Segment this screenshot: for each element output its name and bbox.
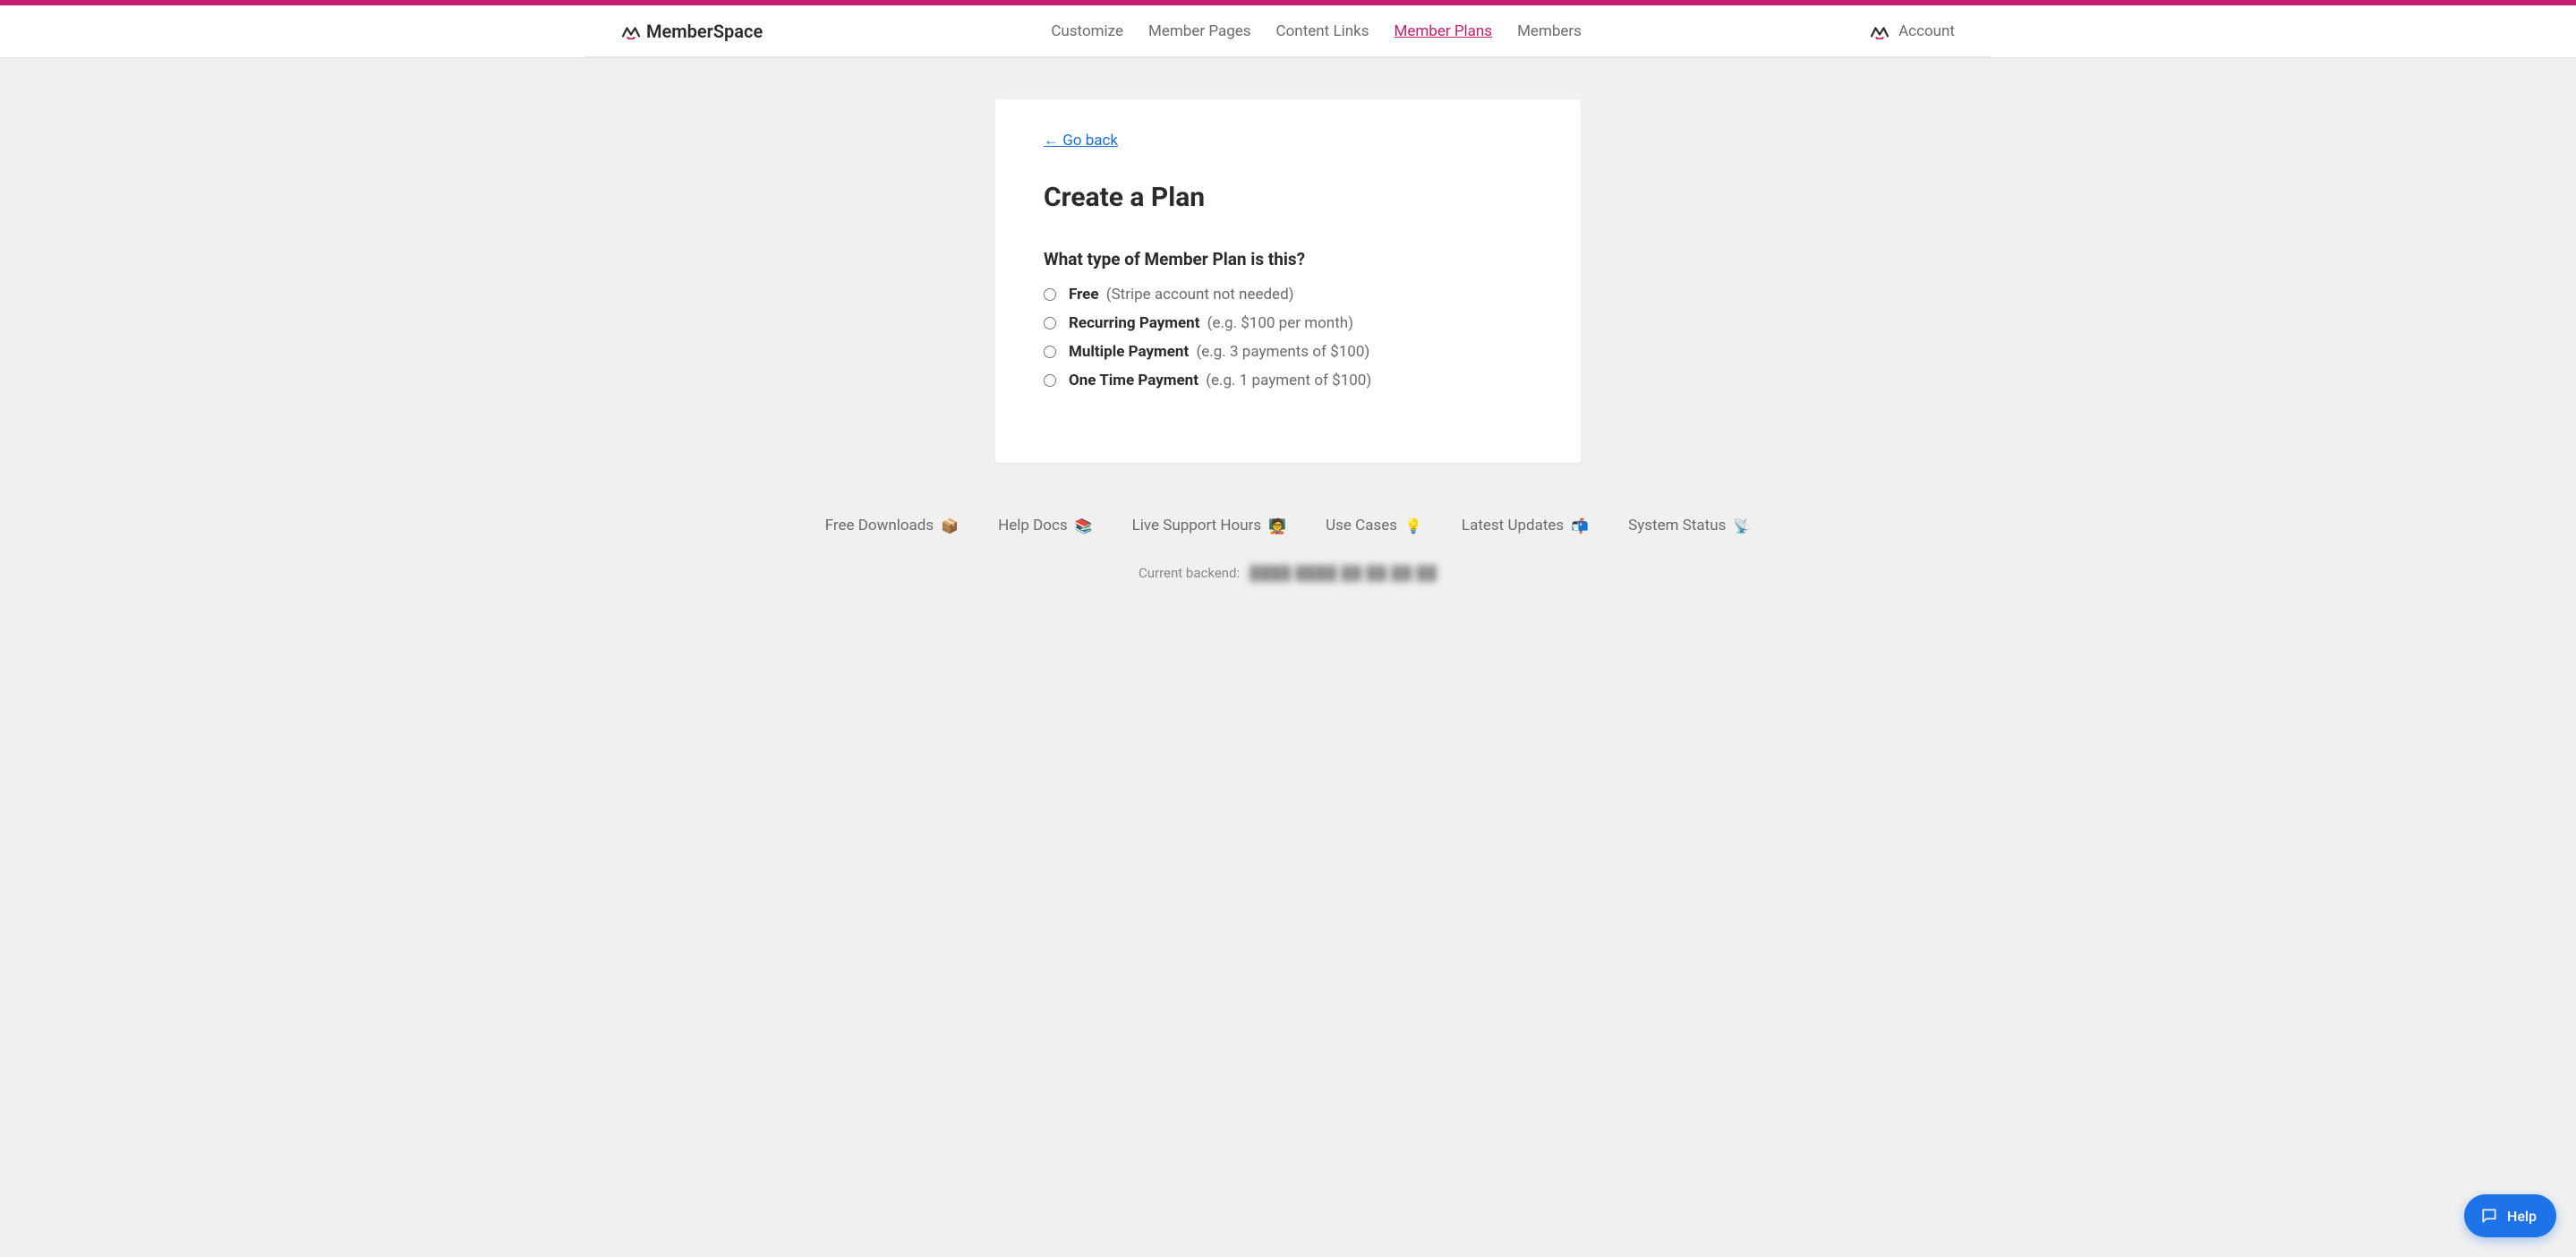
backend-label: Current backend: <box>1139 565 1240 581</box>
footer-link-label: Help Docs <box>998 517 1068 534</box>
footer-link-label: Free Downloads <box>825 517 934 534</box>
radio-recurring[interactable] <box>1044 317 1056 329</box>
main-header: MemberSpace Customize Member Pages Conte… <box>585 5 1991 57</box>
nav-member-pages[interactable]: Member Pages <box>1148 19 1251 44</box>
nav-content-links[interactable]: Content Links <box>1276 19 1369 44</box>
option-title: Multiple Payment <box>1069 343 1189 361</box>
footer-use-cases[interactable]: Use Cases 💡 <box>1326 517 1422 534</box>
option-multiple[interactable]: Multiple Payment (e.g. 3 payments of $10… <box>1044 343 1532 361</box>
footer-live-support[interactable]: Live Support Hours 🧑‍🏫 <box>1132 517 1287 534</box>
help-widget-label: Help <box>2507 1208 2537 1225</box>
satellite-icon: 📡 <box>1733 517 1751 534</box>
primary-nav: Customize Member Pages Content Links Mem… <box>1051 19 1582 44</box>
page-title: Create a Plan <box>1044 182 1532 213</box>
brand-mark-icon <box>621 23 641 39</box>
option-title: Free <box>1069 286 1099 304</box>
footer-link-label: Use Cases <box>1326 517 1397 534</box>
option-onetime[interactable]: One Time Payment (e.g. 1 payment of $100… <box>1044 372 1532 389</box>
footer-link-label: Latest Updates <box>1462 517 1564 534</box>
help-widget[interactable]: Help <box>2464 1194 2556 1237</box>
package-icon: 📦 <box>941 517 959 534</box>
create-plan-card: ← Go back Create a Plan What type of Mem… <box>995 99 1581 463</box>
main-content: ← Go back Create a Plan What type of Mem… <box>0 99 2576 581</box>
radio-onetime[interactable] <box>1044 374 1056 387</box>
support-icon: 🧑‍🏫 <box>1268 517 1286 534</box>
option-title: One Time Payment <box>1069 372 1198 389</box>
brand-text: MemberSpace <box>646 21 763 42</box>
footer-link-label: Live Support Hours <box>1132 517 1262 534</box>
bulb-icon: 💡 <box>1404 517 1422 534</box>
account-menu[interactable]: Account <box>1870 22 1955 40</box>
option-note: (e.g. 1 payment of $100) <box>1206 372 1371 389</box>
nav-members[interactable]: Members <box>1517 19 1582 44</box>
footer-free-downloads[interactable]: Free Downloads 📦 <box>825 517 959 534</box>
chat-icon <box>2480 1207 2498 1225</box>
option-recurring[interactable]: Recurring Payment (e.g. $100 per month) <box>1044 314 1532 332</box>
option-title: Recurring Payment <box>1069 314 1199 332</box>
nav-customize[interactable]: Customize <box>1051 19 1123 44</box>
option-note: (e.g. $100 per month) <box>1207 314 1353 332</box>
nav-member-plans[interactable]: Member Plans <box>1395 19 1493 44</box>
account-icon <box>1870 23 1889 39</box>
mailbox-icon: 📬 <box>1571 517 1589 534</box>
backend-info: Current backend: ████ ████ ██ ██ ██ ██ <box>0 565 2576 581</box>
footer-links: Free Downloads 📦 Help Docs 📚 Live Suppor… <box>0 517 2576 534</box>
radio-free[interactable] <box>1044 288 1056 301</box>
brand-logo[interactable]: MemberSpace <box>621 21 763 42</box>
footer-link-label: System Status <box>1628 517 1726 534</box>
option-note: (Stripe account not needed) <box>1106 286 1294 304</box>
option-note: (e.g. 3 payments of $100) <box>1196 343 1369 361</box>
footer-help-docs[interactable]: Help Docs 📚 <box>998 517 1092 534</box>
plan-type-question: What type of Member Plan is this? <box>1044 249 1532 269</box>
radio-multiple[interactable] <box>1044 346 1056 358</box>
footer-system-status[interactable]: System Status 📡 <box>1628 517 1751 534</box>
go-back-link[interactable]: ← Go back <box>1044 132 1118 150</box>
account-label: Account <box>1898 22 1955 40</box>
option-free[interactable]: Free (Stripe account not needed) <box>1044 286 1532 304</box>
books-icon: 📚 <box>1075 517 1093 534</box>
backend-value: ████ ████ ██ ██ ██ ██ <box>1250 565 1437 581</box>
footer-latest-updates[interactable]: Latest Updates 📬 <box>1462 517 1589 534</box>
